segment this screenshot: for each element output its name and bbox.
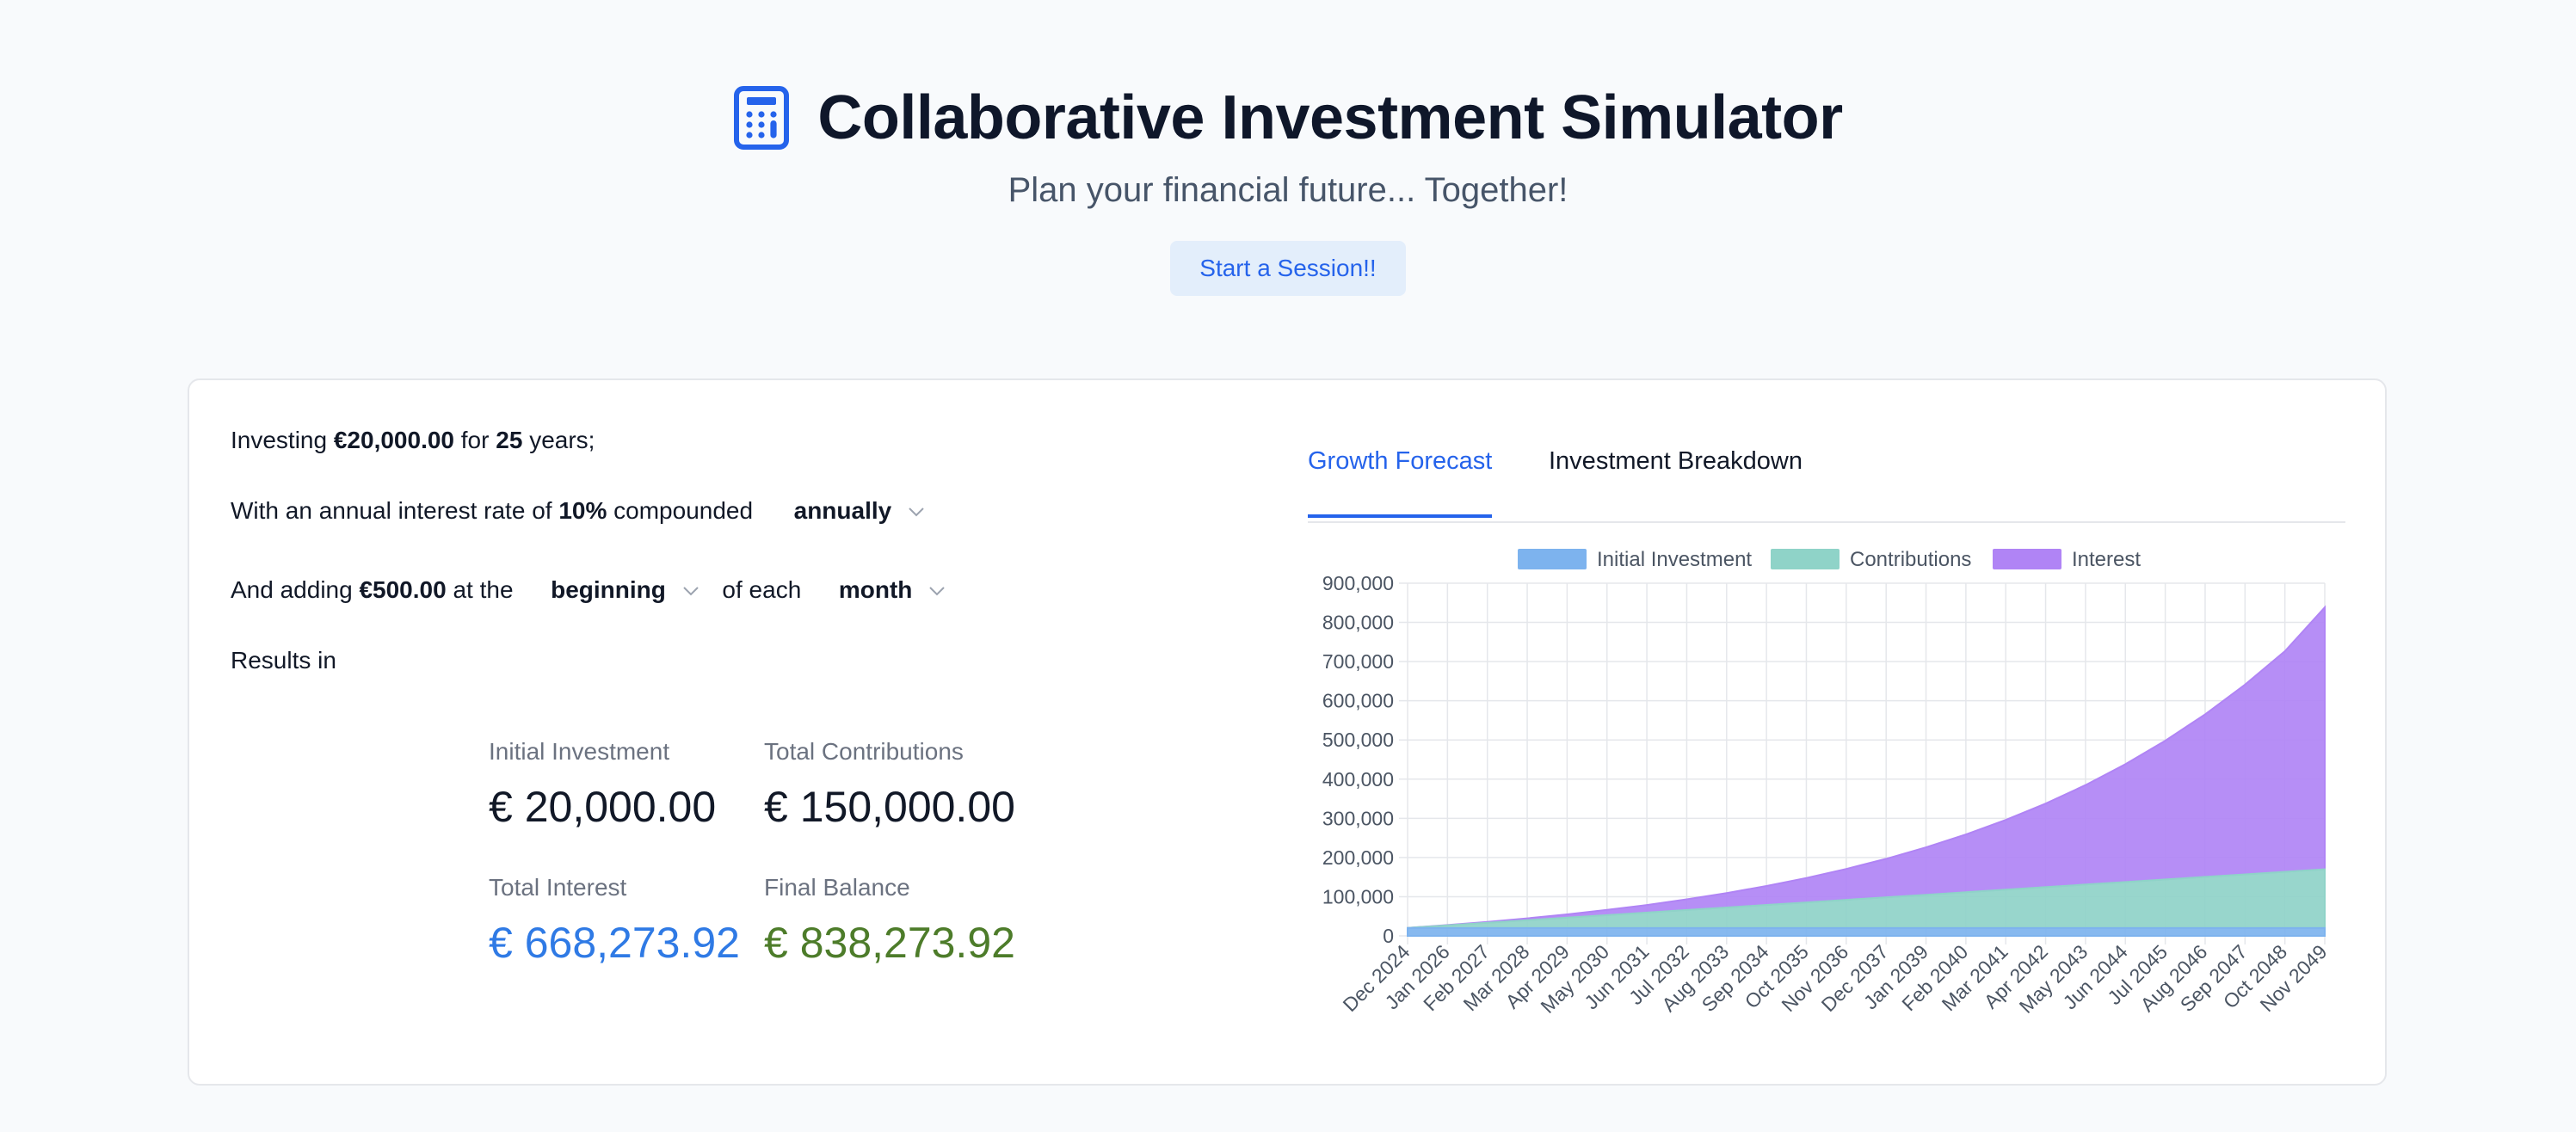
y-tick-label: 500,000 — [1322, 729, 1394, 751]
of-each-label: of each — [722, 576, 802, 603]
page-title: Collaborative Investment Simulator — [817, 83, 1843, 152]
growth-forecast-chart: 0 100,000 200,000 300,000 400,000 500,000 600,… — [1322, 548, 2332, 1018]
contribution-value[interactable]: €500.00 — [359, 576, 446, 603]
for-label: for — [460, 427, 490, 453]
y-tick-label: 700,000 — [1322, 650, 1394, 673]
investing-label: Investing — [231, 427, 328, 453]
adding-label: And adding — [231, 576, 353, 603]
results-label: Results in — [231, 647, 336, 674]
title-row: Collaborative Investment Simulator — [0, 79, 2576, 157]
chevron-down-icon — [909, 508, 924, 517]
y-tick-label: 400,000 — [1322, 768, 1394, 791]
final-balance-label: Final Balance — [764, 874, 910, 901]
interest-legend-swatch — [1993, 549, 2061, 569]
interest-rate-label: With an annual interest rate of — [231, 497, 552, 524]
years-label: years; — [529, 427, 595, 453]
contributions-legend-swatch — [1771, 549, 1840, 569]
total-contributions-label: Total Contributions — [764, 738, 964, 765]
timing-value: beginning — [551, 576, 666, 603]
investment-line: Investing €20,000.00 for 25 years; — [231, 423, 595, 458]
final-balance-value: € 838,273.92 — [764, 919, 1015, 967]
chevron-down-icon — [683, 587, 699, 596]
page-subtitle: Plan your financial future... Together! — [1008, 171, 1568, 209]
initial-investment-label: Initial Investment — [489, 738, 670, 765]
compounded-label: compounded — [613, 497, 754, 524]
simulator-card: Investing €20,000.00 for 25 years; With … — [188, 378, 2387, 1086]
chevron-down-icon — [929, 587, 946, 596]
initial-investment-legend-label: Initial Investment — [1597, 548, 1752, 571]
y-tick-label: 300,000 — [1322, 807, 1394, 829]
page-header: Collaborative Investment Simulator Plan … — [0, 0, 2576, 344]
compounding-select[interactable]: annually — [794, 494, 932, 528]
contributions-legend-label: Contributions — [1850, 548, 1971, 571]
total-interest-value: € 668,273.92 — [489, 919, 740, 967]
y-tick-label: 800,000 — [1322, 612, 1394, 634]
initial-amount-value[interactable]: €20,000.00 — [334, 427, 454, 453]
y-tick-label: 200,000 — [1322, 846, 1394, 869]
start-session-button[interactable]: Start a Session!! — [1170, 241, 1406, 296]
initial-investment-value: € 20,000.00 — [489, 783, 717, 831]
calculator-icon — [733, 85, 790, 151]
y-tick-label: 900,000 — [1322, 572, 1394, 594]
at-the-label: at the — [453, 576, 514, 603]
interest-rate-value[interactable]: 10% — [558, 497, 607, 524]
contribution-line: And adding €500.00 at the beginning of e… — [231, 573, 952, 607]
y-tick-label: 600,000 — [1322, 690, 1394, 712]
interest-legend-label: Interest — [2072, 548, 2141, 571]
initial-investment-area — [1407, 926, 2326, 937]
interest-line: With an annual interest rate of 10% comp… — [231, 494, 931, 528]
total-contributions-value: € 150,000.00 — [764, 783, 1015, 831]
years-value[interactable]: 25 — [496, 427, 522, 453]
chart-tabs: Growth Forecast Investment Breakdown — [1308, 434, 2345, 523]
tab-growth-forecast[interactable]: Growth Forecast — [1308, 434, 1493, 518]
compounding-value: annually — [793, 497, 892, 524]
tab-investment-breakdown[interactable]: Investment Breakdown — [1549, 434, 1803, 520]
initial-investment-legend-swatch — [1518, 549, 1587, 569]
total-interest-label: Total Interest — [489, 874, 627, 901]
period-value: month — [838, 576, 913, 603]
y-tick-label: 100,000 — [1322, 885, 1394, 907]
timing-select[interactable]: beginning — [551, 573, 706, 607]
period-select[interactable]: month — [839, 573, 952, 607]
y-tick-label: 0 — [1383, 925, 1394, 947]
